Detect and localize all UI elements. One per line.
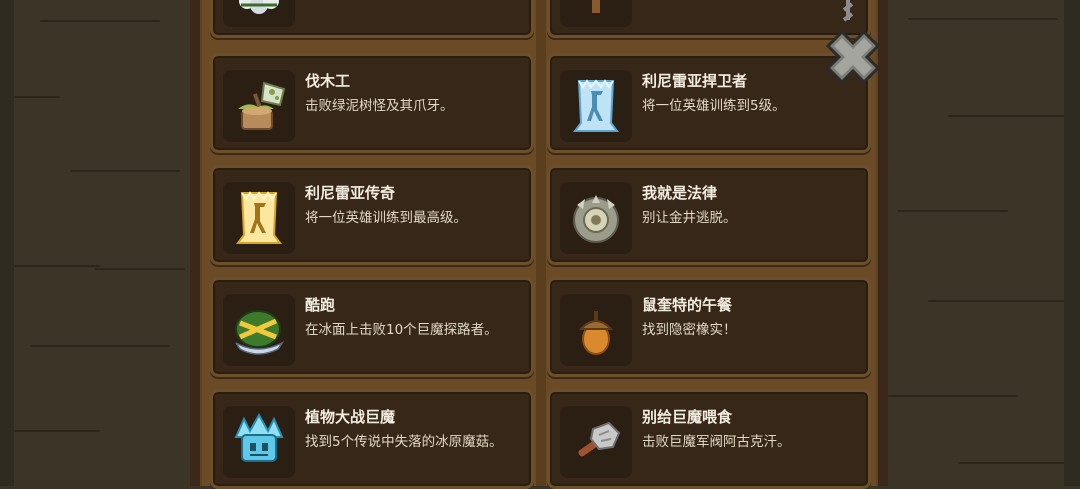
achievement-desc: 找到隐密橡实！ xyxy=(642,322,737,338)
achievement-desc: 击败巨魔军阀阿古克汗。 xyxy=(642,434,791,450)
spiked-shield-icon xyxy=(560,182,632,254)
torch-icon xyxy=(560,0,632,27)
achievement-title: 别给巨魔喂食 xyxy=(642,408,733,426)
board-divider xyxy=(536,0,546,486)
achievement-card: 利尼雷亚传奇 将一位英雄训练到最高级。 xyxy=(210,165,534,265)
blue-banner-hero-icon xyxy=(560,70,632,142)
achievement-card: 我就是法律 别让金井逃脱。 xyxy=(547,165,871,265)
achievement-title: 酷跑 xyxy=(305,296,336,314)
right-wood-wall xyxy=(888,0,1080,486)
achievement-card: 伐木工 击败绿泥树怪及其爪牙。 xyxy=(210,53,534,153)
achievement-desc: 将一位英雄训练到最高级。 xyxy=(305,210,467,226)
achievement-desc: 击败绿泥树怪及其爪牙。 xyxy=(305,98,454,114)
left-wood-wall xyxy=(0,0,190,486)
stone-club-icon xyxy=(560,406,632,478)
troll-helmet-icon xyxy=(223,294,295,366)
close-x-icon[interactable] xyxy=(822,0,888,98)
gold-banner-hero-icon xyxy=(223,182,295,254)
achievement-title: 伐木工 xyxy=(305,72,351,90)
achievement-desc: 在冰面上击败10个巨魔探路者。 xyxy=(305,322,498,338)
achievement-title: 植物大战巨魔 xyxy=(305,408,396,426)
achievement-card: 鼠奎特的午餐 找到隐密橡实！ xyxy=(547,277,871,377)
achievement-desc: 别让金井逃脱。 xyxy=(642,210,737,226)
snow-plant-icon xyxy=(223,0,295,27)
achievement-card: 酷跑 在冰面上击败10个巨魔探路者。 xyxy=(210,277,534,377)
achievement-title: 利尼雷亚捍卫者 xyxy=(642,72,748,90)
axe-stump-icon xyxy=(223,70,295,142)
achievement-desc: 将一位英雄训练到5级。 xyxy=(642,98,786,114)
achievement-title: 鼠奎特的午餐 xyxy=(642,296,733,314)
ice-mushroom-icon xyxy=(223,406,295,478)
achievement-card: 植物大战巨魔 找到5个传说中失落的冰原魔菇。 xyxy=(210,389,534,489)
achievement-title: 我就是法律 xyxy=(642,184,718,202)
achievement-title: 利尼雷亚传奇 xyxy=(305,184,396,202)
achievement-desc: 找到5个传说中失落的冰原魔菇。 xyxy=(305,434,503,450)
achievement-card xyxy=(210,0,534,38)
acorn-icon xyxy=(560,294,632,366)
achievement-card: 别给巨魔喂食 击败巨魔军阀阿古克汗。 xyxy=(547,389,871,489)
